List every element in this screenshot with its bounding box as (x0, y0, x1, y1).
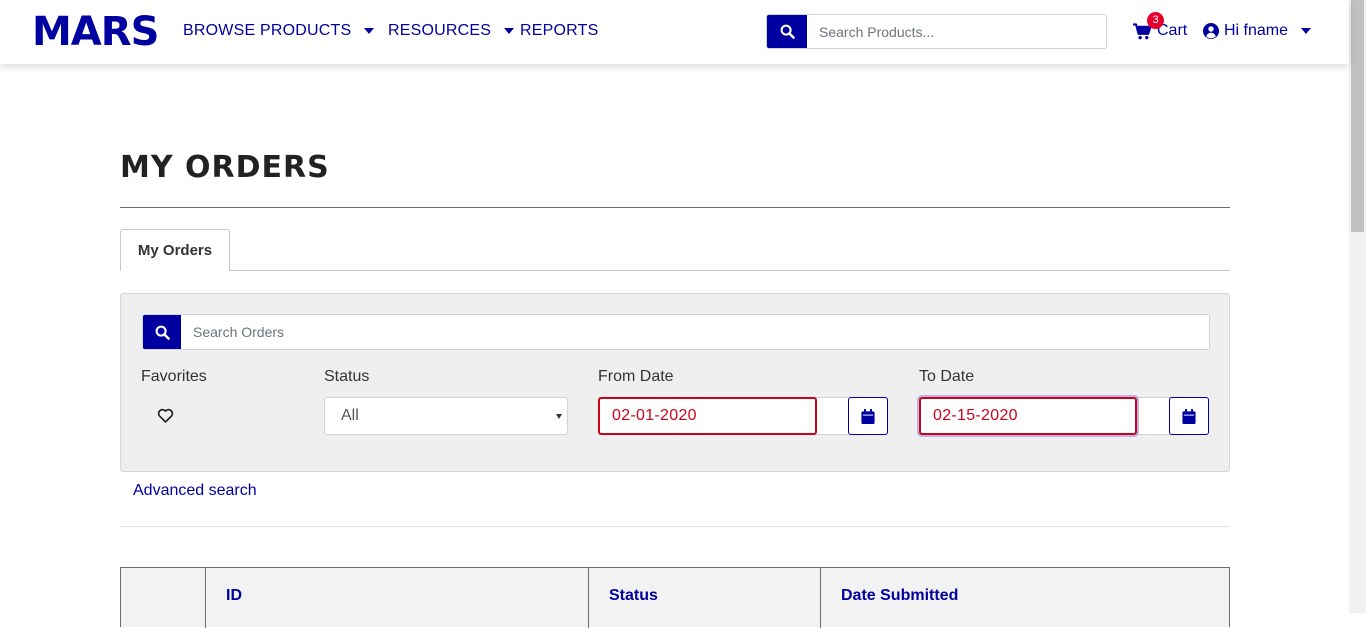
table-header-date-submitted[interactable]: Date Submitted (820, 568, 1229, 628)
mars-logo[interactable]: MARS (32, 11, 159, 53)
status-label: Status (324, 368, 370, 385)
orders-table: ID Status Date Submitted (120, 567, 1230, 628)
cart-link[interactable]: 3 Cart (1133, 12, 1187, 40)
scrollbar-thumb[interactable] (1351, 0, 1364, 232)
product-search-input[interactable] (807, 15, 1106, 48)
favorites-toggle[interactable] (157, 408, 174, 428)
to-date-group: 02-15-2020 (919, 397, 1210, 435)
nav-resources-label: RESOURCES (388, 22, 492, 39)
top-navbar: MARS BROWSE PRODUCTS RESOURCES REPORTS 3… (0, 0, 1349, 64)
chevron-down-icon (504, 28, 515, 34)
cart-count-badge: 3 (1147, 12, 1164, 29)
order-filter-panel: Favorites Status All From Date 02-01-202… (120, 293, 1230, 472)
user-menu[interactable]: Hi fname (1203, 22, 1312, 40)
section-divider (120, 526, 1230, 527)
status-select[interactable]: All (324, 397, 568, 435)
table-header-id[interactable]: ID (205, 568, 588, 628)
search-icon (155, 325, 170, 340)
user-greeting: Hi fname (1224, 22, 1289, 39)
tab-divider (120, 270, 1230, 271)
title-divider (120, 207, 1230, 208)
select-arrow-icon (556, 414, 562, 419)
user-circle-icon (1203, 23, 1219, 39)
nav-reports-label: REPORTS (520, 22, 599, 39)
calendar-icon (861, 408, 875, 424)
from-date-group: 02-01-2020 (598, 397, 889, 435)
calendar-icon (1182, 408, 1196, 424)
table-header-select (121, 568, 205, 628)
product-search (766, 14, 1107, 49)
order-search (142, 314, 1210, 350)
favorites-label: Favorites (141, 368, 207, 385)
to-date-calendar-button[interactable] (1169, 397, 1209, 435)
tab-my-orders[interactable]: My Orders (120, 229, 230, 271)
page-title: MY ORDERS (120, 150, 330, 185)
search-icon (780, 24, 795, 39)
nav-browse-products[interactable]: BROWSE PRODUCTS (183, 22, 375, 40)
from-date-label: From Date (598, 368, 674, 385)
nav-resources[interactable]: RESOURCES (388, 22, 515, 40)
chevron-down-icon (364, 28, 375, 34)
to-date-filler (1133, 397, 1173, 435)
order-search-input[interactable] (181, 315, 1209, 349)
heart-icon (157, 408, 174, 423)
chevron-down-icon (1301, 28, 1312, 34)
to-date-input[interactable]: 02-15-2020 (919, 397, 1137, 435)
table-header-status[interactable]: Status (588, 568, 820, 628)
nav-reports[interactable]: REPORTS (520, 22, 598, 40)
order-search-button[interactable] (143, 315, 181, 349)
status-select-value: All (341, 407, 359, 424)
to-date-label: To Date (919, 368, 975, 385)
advanced-search-link[interactable]: Advanced search (133, 482, 257, 500)
from-date-calendar-button[interactable] (848, 397, 888, 435)
nav-browse-products-label: BROWSE PRODUCTS (183, 22, 352, 39)
product-search-button[interactable] (767, 15, 807, 48)
from-date-input[interactable]: 02-01-2020 (598, 397, 817, 435)
page-scrollbar[interactable] (1349, 0, 1366, 613)
